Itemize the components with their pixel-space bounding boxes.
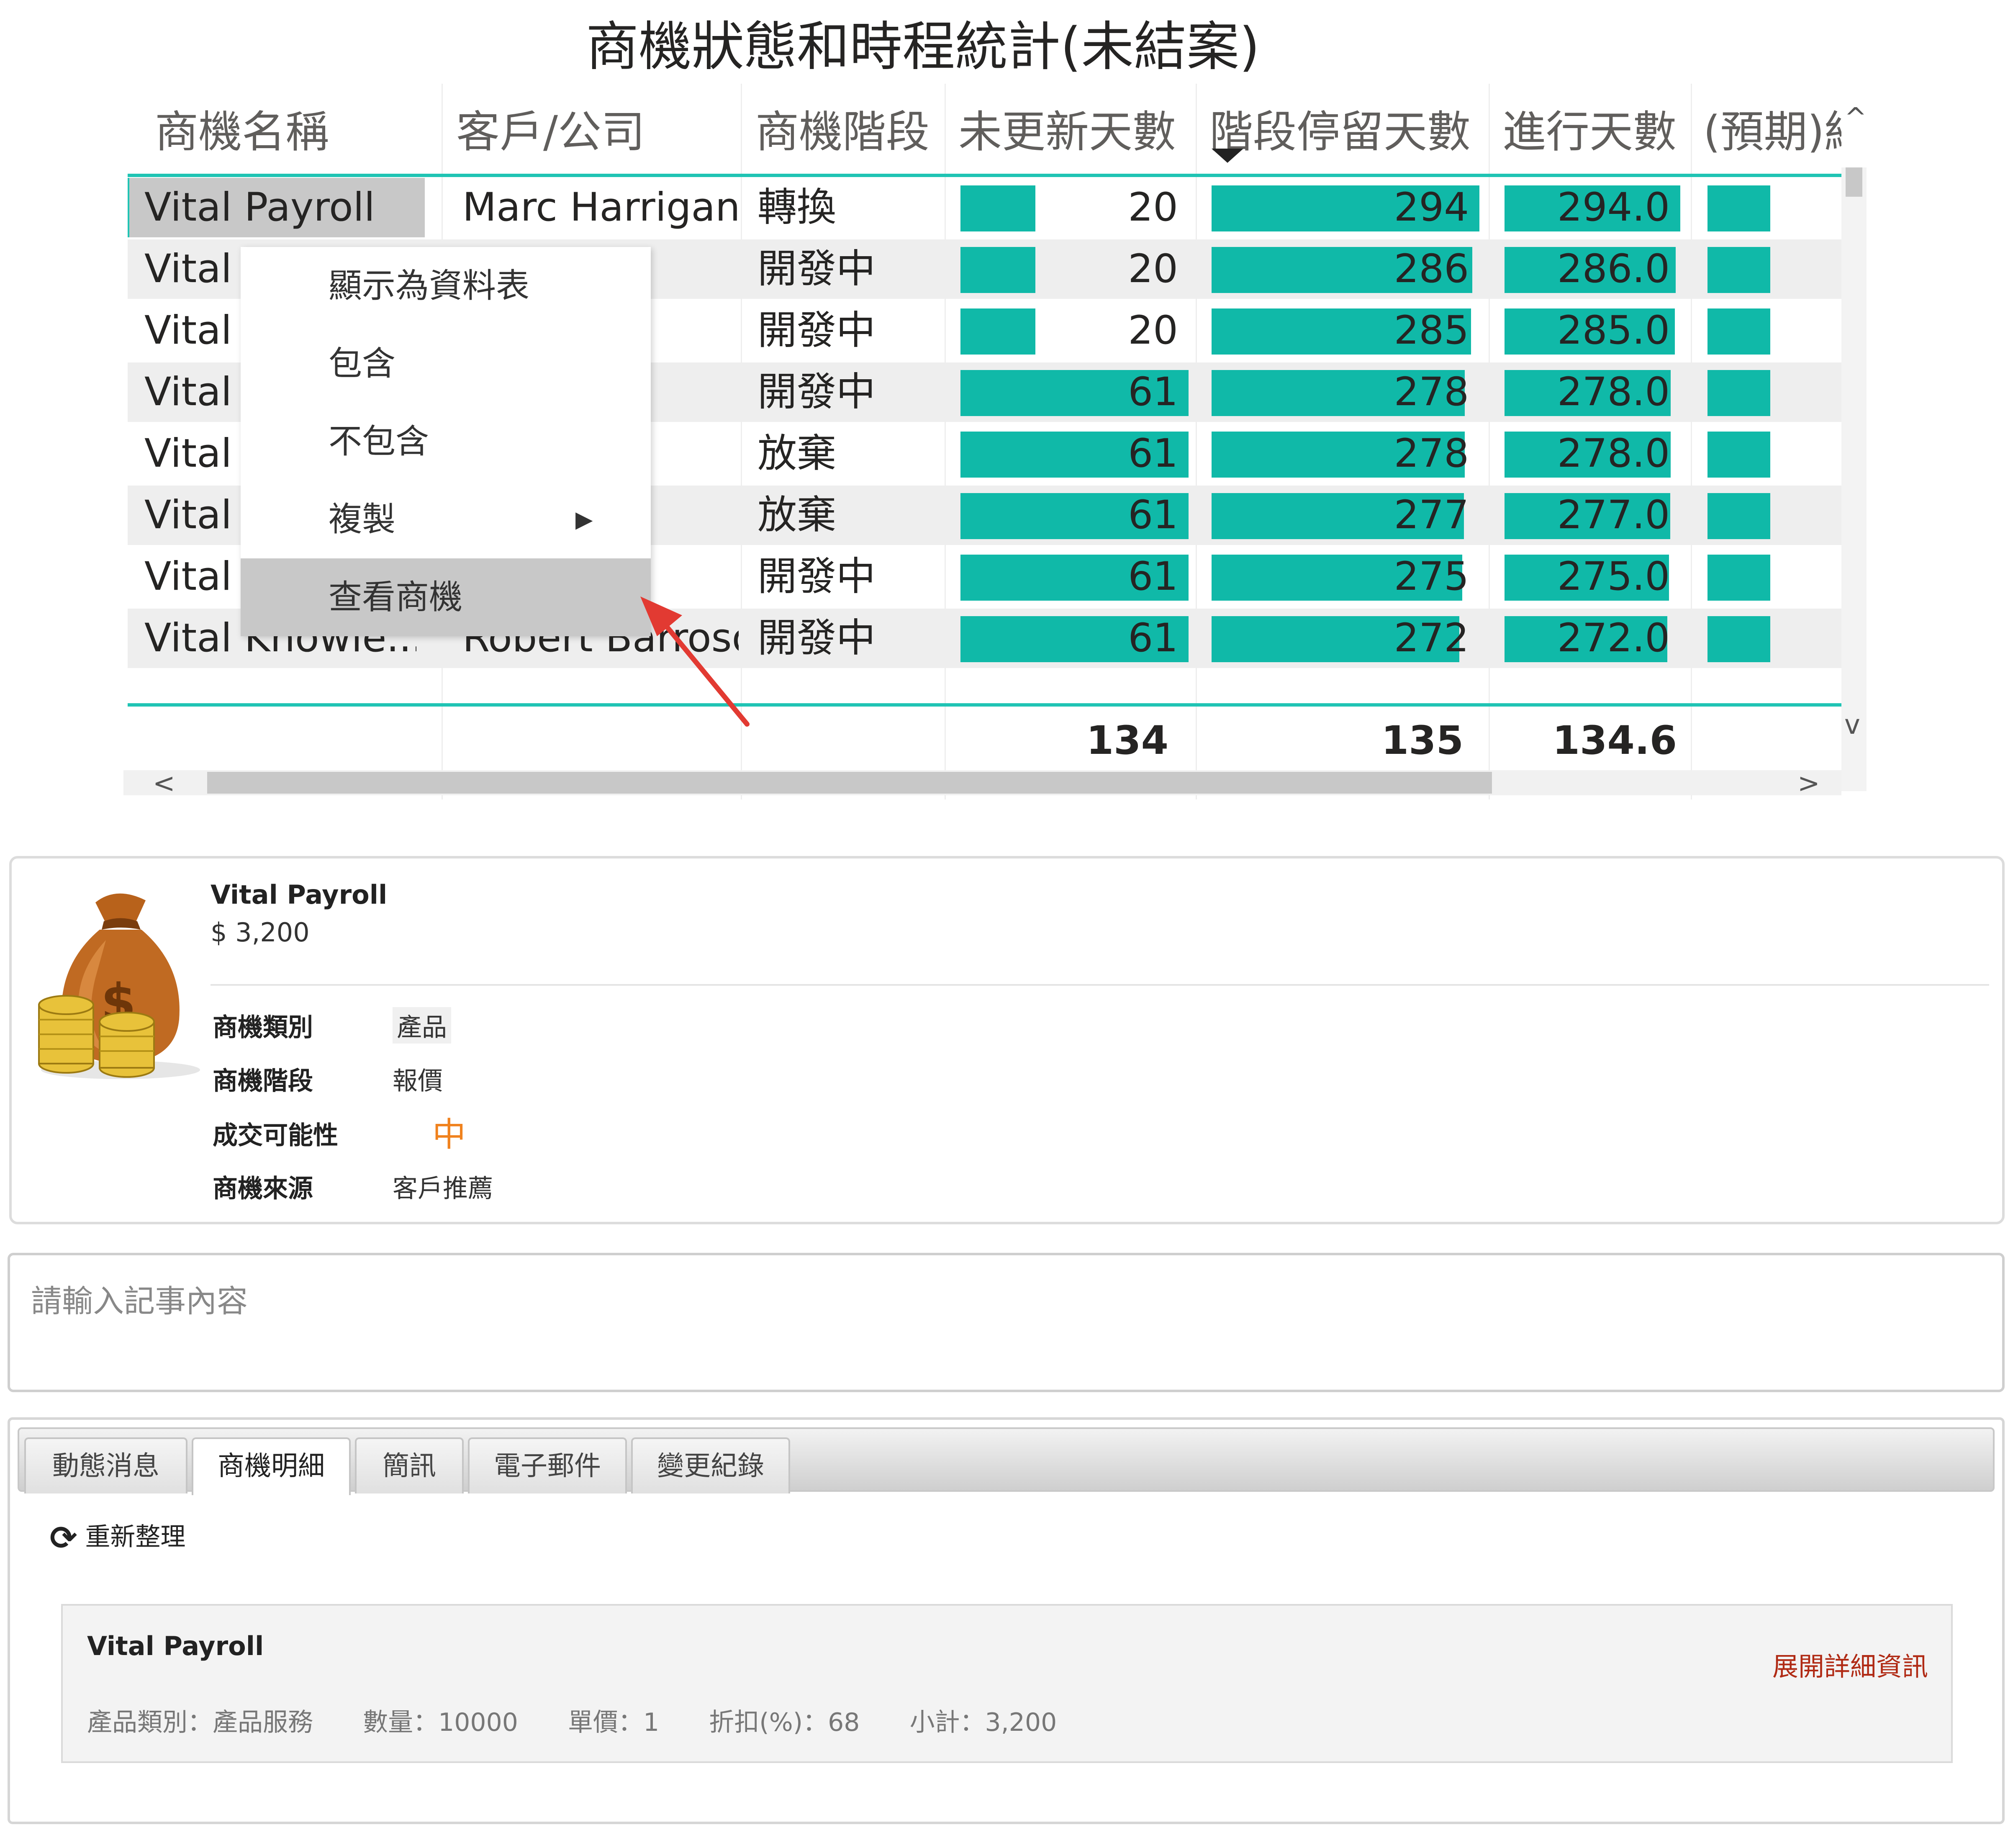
table-row[interactable]: Vital Payroll Marc Harrigan 轉換 20 294 294.0 [128,178,1841,237]
menu-item-copy[interactable]: 複製 ▶ [241,481,651,558]
value-no-update-days: 61 [1128,554,1178,599]
cell-opportunity-name[interactable]: Vital Payroll [144,178,416,237]
bar-expected[interactable] [1707,616,1770,662]
vertical-scrollbar[interactable] [1841,167,1867,791]
note-input[interactable] [8,1253,2005,1392]
bar-expected[interactable] [1707,493,1770,539]
cell-stage[interactable]: 開發中 [757,239,942,299]
detail-field-quantity: 數量：10000 [363,1708,518,1737]
value-no-update-days: 20 [1128,185,1178,230]
opportunity-amount: $ 3,200 [211,917,310,948]
value-no-update-days: 20 [1128,246,1178,292]
context-menu: 顯示為資料表 包含 不包含 複製 ▶ 查看商機 [241,247,651,636]
cell-stage[interactable]: 開發中 [757,362,942,422]
horizontal-scrollbar[interactable] [123,770,1841,795]
cell-stage[interactable]: 開發中 [757,547,942,607]
value-stage-days: 294 [1394,185,1469,230]
value-stage-days: 275 [1394,554,1469,599]
footer-divider [128,703,1841,707]
cell-stage[interactable]: 開發中 [757,609,942,668]
tab-news-feed[interactable]: 動態消息 [24,1437,187,1493]
scroll-up-icon[interactable]: ^ [1844,105,1867,131]
value-progress-days: 294.0 [1557,185,1670,230]
scrollbar-thumb[interactable] [1846,167,1862,197]
value-progress-days: 286.0 [1557,246,1670,292]
menu-item-view-opportunity[interactable]: 查看商機 [241,558,651,636]
value-progress-days: 275.0 [1557,554,1670,599]
detail-field-unit-price: 單價：1 [568,1708,660,1737]
bar-expected[interactable] [1707,308,1770,355]
bar-expected[interactable] [1707,185,1770,231]
cell-stage[interactable]: 放棄 [757,424,942,483]
scrollbar-thumb[interactable] [207,772,1492,794]
total-stage-days: 135 [1381,718,1464,763]
scroll-left-icon[interactable]: < [153,770,175,797]
detail-field-discount: 折扣(%)：68 [709,1708,860,1737]
tab-sms[interactable]: 簡訊 [355,1437,464,1493]
money-bag-icon: $ [38,893,200,1079]
tab-panel: 動態消息 商機明細 簡訊 電子郵件 變更紀錄 ⟳ 重新整理 Vital Payr… [8,1417,2005,1824]
field-value-probability: 中 [432,1115,466,1154]
menu-item-exclude[interactable]: 不包含 [241,403,651,481]
value-no-update-days: 61 [1128,431,1178,476]
bar-expected[interactable] [1707,432,1770,478]
detail-field-subtotal: 小計：3,200 [909,1708,1057,1737]
bar-expected[interactable] [1707,247,1770,293]
value-no-update-days: 61 [1128,615,1178,661]
refresh-icon: ⟳ [50,1519,77,1558]
bar-expected[interactable] [1707,555,1770,601]
field-label-category: 商機類別 [213,1013,313,1042]
value-no-update-days: 20 [1128,308,1178,353]
value-progress-days: 278.0 [1557,369,1670,415]
product-detail-fields: 產品類別：產品服務 數量：10000 單價：1 折扣(%)：68 小計：3,20… [87,1702,1099,1738]
cell-stage[interactable]: 轉換 [757,178,942,237]
tab-strip: 動態消息 商機明細 簡訊 電子郵件 變更紀錄 [18,1427,1995,1495]
scroll-down-icon[interactable]: v [1844,712,1860,738]
tab-opportunity-detail[interactable]: 商機明細 [192,1437,351,1495]
menu-item-include[interactable]: 包含 [241,325,651,403]
opportunity-card: $ Vital Payroll $ 3,200 商機類別 產品 商機階段 報價 … [9,856,2005,1224]
product-detail-title: Vital Payroll [87,1631,264,1661]
total-no-update-days: 134 [1086,718,1168,763]
field-label-stage: 商機階段 [213,1067,313,1096]
field-value-source: 客戶推薦 [393,1174,493,1203]
submenu-arrow-icon: ▶ [575,506,593,532]
value-stage-days: 278 [1394,369,1469,415]
refresh-label: 重新整理 [85,1522,186,1552]
value-no-update-days: 61 [1128,369,1178,415]
value-progress-days: 277.0 [1557,492,1670,538]
value-stage-days: 278 [1394,431,1469,476]
report-title: 商機狀態和時程統計(未結案) [586,16,1260,77]
menu-item-label: 複製 [329,500,395,539]
field-value-stage: 報價 [393,1067,443,1096]
card-divider [211,984,1989,986]
value-progress-days: 278.0 [1557,431,1670,476]
value-stage-days: 272 [1394,615,1469,661]
cell-stage[interactable]: 開發中 [757,301,942,360]
annotation-arrow-icon [640,596,750,727]
opportunity-name: Vital Payroll [211,879,388,910]
detail-field-category: 產品類別：產品服務 [87,1708,313,1737]
expand-details-link[interactable]: 展開詳細資訊 [1772,1645,1928,1683]
product-detail-box: Vital Payroll 展開詳細資訊 產品類別：產品服務 數量：10000 … [61,1604,1953,1763]
field-value-category: 產品 [393,1007,451,1044]
scroll-right-icon[interactable]: > [1797,770,1820,797]
menu-item-show-as-table[interactable]: 顯示為資料表 [241,247,651,325]
value-stage-days: 285 [1394,308,1469,353]
field-label-source: 商機來源 [213,1174,313,1203]
value-progress-days: 285.0 [1557,308,1670,353]
value-no-update-days: 61 [1128,492,1178,538]
tab-change-log[interactable]: 變更紀錄 [631,1437,790,1493]
value-stage-days: 277 [1394,492,1469,538]
field-label-probability: 成交可能性 [213,1121,338,1150]
value-stage-days: 286 [1394,246,1469,292]
bar-expected[interactable] [1707,370,1770,416]
value-progress-days: 272.0 [1557,615,1670,661]
tab-email[interactable]: 電子郵件 [468,1437,627,1493]
cell-company[interactable]: Marc Harrigan [462,178,739,237]
cell-stage[interactable]: 放棄 [757,486,942,545]
refresh-button[interactable]: ⟳ 重新整理 [50,1520,185,1555]
total-progress-days: 134.6 [1552,718,1677,763]
